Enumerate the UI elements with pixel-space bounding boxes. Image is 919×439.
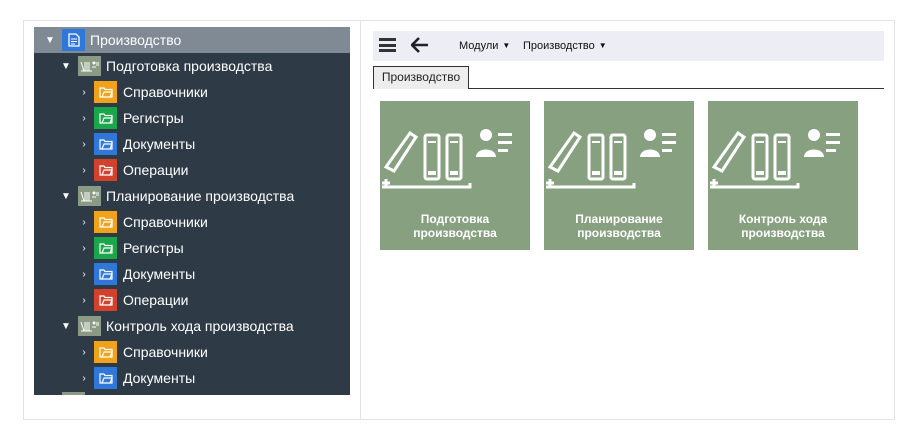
tree-item-label: Документы <box>123 370 196 386</box>
tree-item-label: Справочники <box>123 214 208 230</box>
modules-menu-label: Модули <box>459 40 499 52</box>
folder-blue-icon <box>94 133 117 155</box>
module-icon <box>78 186 101 206</box>
tree-item-operations[interactable]: › Операции <box>34 157 350 183</box>
chevron-right-icon[interactable]: › <box>78 365 90 391</box>
binders-user-icon <box>546 129 676 189</box>
folder-green-icon <box>94 107 117 129</box>
tile-label-line2: производства <box>577 226 661 240</box>
tree-item-label: Регистры <box>123 240 184 256</box>
chevron-right-icon[interactable]: › <box>78 339 90 365</box>
folder-blue-icon <box>94 263 117 285</box>
chevron-right-icon[interactable]: › <box>78 105 90 131</box>
production-menu[interactable]: Производство ▼ <box>523 31 607 61</box>
tile-production-control[interactable]: Контроль хода производства <box>708 101 858 250</box>
modules-menu[interactable]: Модули ▼ <box>459 31 510 61</box>
chevron-right-icon[interactable]: › <box>78 157 90 183</box>
chevron-right-icon[interactable]: › <box>78 209 90 235</box>
tile-label-line1: Контроль хода <box>738 212 828 226</box>
folder-orange-icon <box>94 81 117 103</box>
tile-label-line2: производства <box>741 226 825 240</box>
tile-production-planning[interactable]: Планирование производства <box>544 101 694 250</box>
tree-item-label: Планирование производства <box>106 188 295 204</box>
tree-item-label: Документы <box>123 136 196 152</box>
tree-item-label: Регистры <box>123 110 184 126</box>
tree-item-documents[interactable]: › Документы <box>34 365 350 391</box>
folder-orange-icon <box>94 341 117 363</box>
tree-item-dictionaries[interactable]: › Справочники <box>34 79 350 105</box>
document-icon <box>62 29 85 51</box>
tree-item-label: Документы <box>123 266 196 282</box>
folder-red-icon <box>94 159 117 181</box>
tile-label-line1: Подготовка <box>420 212 490 226</box>
chevron-right-icon[interactable]: › <box>78 79 90 105</box>
hamburger-icon[interactable] <box>379 38 396 52</box>
tile-label: Контроль хода производства <box>708 212 858 240</box>
tree-item-label: Справочники <box>123 84 208 100</box>
tree-item-dictionaries[interactable]: › Справочники <box>34 339 350 365</box>
binders-user-icon <box>710 129 840 189</box>
tab-strip: Производство <box>373 66 884 89</box>
tile-label: Планирование производства <box>544 212 694 240</box>
tab-production[interactable]: Производство <box>373 66 469 89</box>
binders-user-icon <box>382 129 512 189</box>
chevron-down-icon[interactable]: ▼ <box>60 53 72 79</box>
sidebar-tree: ▼ Производство ▼ Подготовка производства… <box>34 27 350 395</box>
tree-item-label: Контроль хода производства <box>106 318 294 334</box>
tree-item-operations[interactable]: › Операции <box>34 287 350 313</box>
tile-label-line2: производства <box>413 226 497 240</box>
chevron-right-icon[interactable]: › <box>78 287 90 313</box>
tree-item-label: Операции <box>123 292 189 308</box>
tree-item-prep[interactable]: ▼ Подготовка производства <box>34 53 350 79</box>
chevron-right-icon[interactable]: › <box>78 235 90 261</box>
production-menu-label: Производство <box>523 40 595 52</box>
module-icon <box>78 56 101 76</box>
tile-production-preparation[interactable]: Подготовка производства <box>380 101 530 250</box>
tree-item-control[interactable]: ▼ Контроль хода производства <box>34 313 350 339</box>
tree-item-label: Подготовка производства <box>106 58 273 74</box>
tree-item-label: Справочники <box>123 344 208 360</box>
tree-item-planning[interactable]: ▼ Планирование производства <box>34 183 350 209</box>
tree-item-documents[interactable]: › Документы <box>34 131 350 157</box>
folder-orange-icon <box>94 211 117 233</box>
folder-blue-icon <box>94 367 117 389</box>
chevron-down-icon[interactable]: ▼ <box>60 183 72 209</box>
tree-item-registers[interactable]: › Регистры <box>34 235 350 261</box>
tree-item-label: Операции <box>123 162 189 178</box>
chevron-down-icon[interactable]: ▼ <box>44 27 56 53</box>
arrow-left-icon[interactable] <box>411 37 429 53</box>
panel-divider <box>360 20 361 420</box>
chevron-right-icon[interactable]: › <box>78 261 90 287</box>
tree-item-label: Производство <box>90 32 182 48</box>
module-icon <box>78 316 101 336</box>
folder-green-icon <box>94 237 117 259</box>
tree-scroll-remnant <box>62 392 85 395</box>
tree-item-dictionaries[interactable]: › Справочники <box>34 209 350 235</box>
chevron-right-icon[interactable]: › <box>78 131 90 157</box>
tree-item-production[interactable]: ▼ Производство <box>34 27 350 53</box>
folder-red-icon <box>94 289 117 311</box>
caret-down-icon: ▼ <box>502 41 511 50</box>
tree-item-documents[interactable]: › Документы <box>34 261 350 287</box>
toolbar: Модули ▼ Производство ▼ <box>373 31 884 61</box>
tile-label: Подготовка производства <box>380 212 530 240</box>
tree-item-registers[interactable]: › Регистры <box>34 105 350 131</box>
chevron-down-icon[interactable]: ▼ <box>60 313 72 339</box>
tile-label-line1: Планирование <box>575 212 663 226</box>
caret-down-icon: ▼ <box>598 41 607 50</box>
